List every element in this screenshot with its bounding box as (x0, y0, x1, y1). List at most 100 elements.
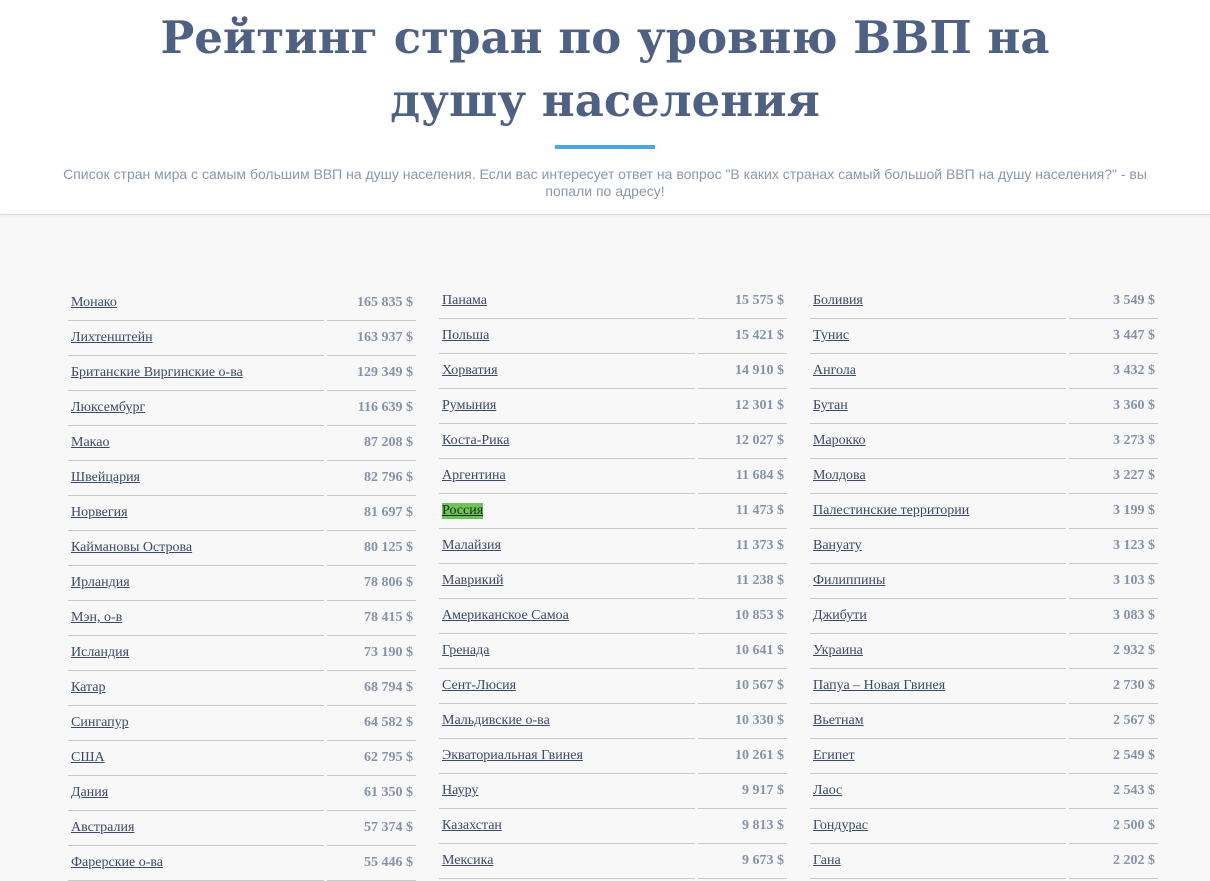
country-cell: Ирландия (68, 566, 324, 601)
country-link[interactable]: Австралия (71, 820, 134, 836)
country-link[interactable]: Вьетнам (813, 713, 864, 729)
country-link[interactable]: Папуа – Новая Гвинея (813, 678, 945, 694)
table-row: Тунис 3 447 $ (810, 319, 1158, 354)
country-link[interactable]: Исландия (71, 645, 129, 661)
table-row: Россия 11 473 $ (439, 494, 787, 529)
table-row: Сент-Люсия 10 567 $ (439, 669, 787, 704)
gdp-value: 3 123 $ (1069, 529, 1158, 564)
country-link[interactable]: Лаос (813, 783, 842, 799)
gdp-value: 2 202 $ (1069, 844, 1158, 879)
table-row: Маврикий 11 238 $ (439, 564, 787, 599)
country-link[interactable]: Марокко (813, 433, 866, 449)
country-link[interactable]: Хорватия (442, 363, 498, 379)
country-link[interactable]: Норвегия (71, 505, 128, 521)
country-cell: Сент-Люсия (439, 669, 695, 704)
country-link[interactable]: Макао (71, 435, 109, 451)
country-cell: Ангола (810, 354, 1066, 389)
country-cell: Румыния (439, 389, 695, 424)
gdp-value: 12 301 $ (698, 389, 787, 424)
country-link[interactable]: Катар (71, 680, 106, 696)
country-link[interactable]: Мэн, о-в (71, 610, 122, 626)
country-link[interactable]: Дания (71, 785, 108, 801)
country-link[interactable]: Филиппины (813, 573, 885, 589)
country-cell: Гана (810, 844, 1066, 879)
country-cell: Малайзия (439, 529, 695, 564)
country-cell: Молдова (810, 459, 1066, 494)
country-link[interactable]: Панама (442, 293, 487, 309)
table-row: Мэн, о-в 78 415 $ (68, 601, 416, 636)
country-link[interactable]: Маврикий (442, 573, 504, 589)
country-cell: Каймановы Острова (68, 531, 324, 566)
gdp-value: 10 261 $ (698, 739, 787, 774)
gdp-value: 11 238 $ (698, 564, 787, 599)
country-link[interactable]: Гана (813, 853, 841, 869)
gdp-value: 9 813 $ (698, 809, 787, 844)
gdp-value: 61 350 $ (327, 776, 416, 811)
country-link[interactable]: Палестинские территории (813, 503, 969, 519)
country-link[interactable]: Мальдивские о-ва (442, 713, 550, 729)
country-link[interactable]: Египет (813, 748, 855, 764)
country-cell: Швейцария (68, 461, 324, 496)
country-link[interactable]: Гондурас (813, 818, 868, 834)
country-link[interactable]: Сингапур (71, 715, 129, 731)
country-link[interactable]: Американское Самоа (442, 608, 569, 624)
country-link[interactable]: Монако (71, 295, 117, 311)
country-link[interactable]: Лихтенштейн (71, 330, 153, 346)
page-title: Рейтинг стран по уровню ВВП на душу насе… (160, 11, 1050, 127)
table-row: Малайзия 11 373 $ (439, 529, 787, 564)
country-link[interactable]: Коста-Рика (442, 433, 509, 449)
country-cell: Британские Виргинские о-ва (68, 356, 324, 391)
gdp-value: 2 730 $ (1069, 669, 1158, 704)
country-link[interactable]: Молдова (813, 468, 866, 484)
country-link[interactable]: Тунис (813, 328, 849, 344)
gdp-value: 14 910 $ (698, 354, 787, 389)
country-link[interactable]: Гренада (442, 643, 489, 659)
table-row: Ангола 3 432 $ (810, 354, 1158, 389)
country-link[interactable]: Британские Виргинские о-ва (71, 365, 243, 381)
country-link[interactable]: Румыния (442, 398, 496, 414)
country-link[interactable]: Швейцария (71, 470, 140, 486)
country-link[interactable]: Вануату (813, 538, 862, 554)
country-link[interactable]: Аргентина (442, 468, 506, 484)
country-link[interactable]: Польша (442, 328, 489, 344)
country-link[interactable]: Фарерские о-ва (71, 855, 163, 871)
country-link[interactable]: Люксембург (71, 400, 145, 416)
country-link[interactable]: Боливия (813, 293, 863, 309)
table-row: Джибути 3 083 $ (810, 599, 1158, 634)
country-link-highlighted[interactable]: Россия (442, 503, 484, 519)
country-link[interactable]: Малайзия (442, 538, 501, 554)
table-row: Палестинские территории 3 199 $ (810, 494, 1158, 529)
country-cell: Мальдивские о-ва (439, 704, 695, 739)
gdp-value: 73 190 $ (327, 636, 416, 671)
country-link[interactable]: Украина (813, 643, 863, 659)
country-link[interactable]: Каймановы Острова (71, 540, 192, 556)
country-link[interactable]: Мексика (442, 853, 493, 869)
table-row: Британские Виргинские о-ва 129 349 $ (68, 356, 416, 391)
table-row: Румыния 12 301 $ (439, 389, 787, 424)
gdp-value: 165 835 $ (327, 286, 416, 321)
country-link[interactable]: Джибути (813, 608, 867, 624)
country-cell: Макао (68, 426, 324, 461)
country-link[interactable]: Казахстан (442, 818, 502, 834)
country-link[interactable]: Сент-Люсия (442, 678, 516, 694)
country-cell: США (68, 741, 324, 776)
table-row: Ирландия 78 806 $ (68, 566, 416, 601)
gdp-value: 2 549 $ (1069, 739, 1158, 774)
country-link[interactable]: Науру (442, 783, 478, 799)
country-link[interactable]: США (71, 750, 105, 766)
gdp-value: 116 639 $ (327, 391, 416, 426)
country-link[interactable]: Экваториальная Гвинея (442, 748, 583, 764)
gdp-value: 129 349 $ (327, 356, 416, 391)
country-cell: Филиппины (810, 564, 1066, 599)
country-cell: Фарерские о-ва (68, 846, 324, 881)
ranking-content: Монако 165 835 $ Лихтенштейн 163 937 $ Брита… (0, 215, 1210, 881)
table-row: Фарерские о-ва 55 446 $ (68, 846, 416, 881)
country-cell: Египет (810, 739, 1066, 774)
gdp-value: 11 373 $ (698, 529, 787, 564)
country-cell: Американское Самоа (439, 599, 695, 634)
country-link[interactable]: Бутан (813, 398, 848, 414)
gdp-value: 15 575 $ (698, 284, 787, 319)
gdp-value: 10 330 $ (698, 704, 787, 739)
country-link[interactable]: Ирландия (71, 575, 130, 591)
country-link[interactable]: Ангола (813, 363, 856, 379)
